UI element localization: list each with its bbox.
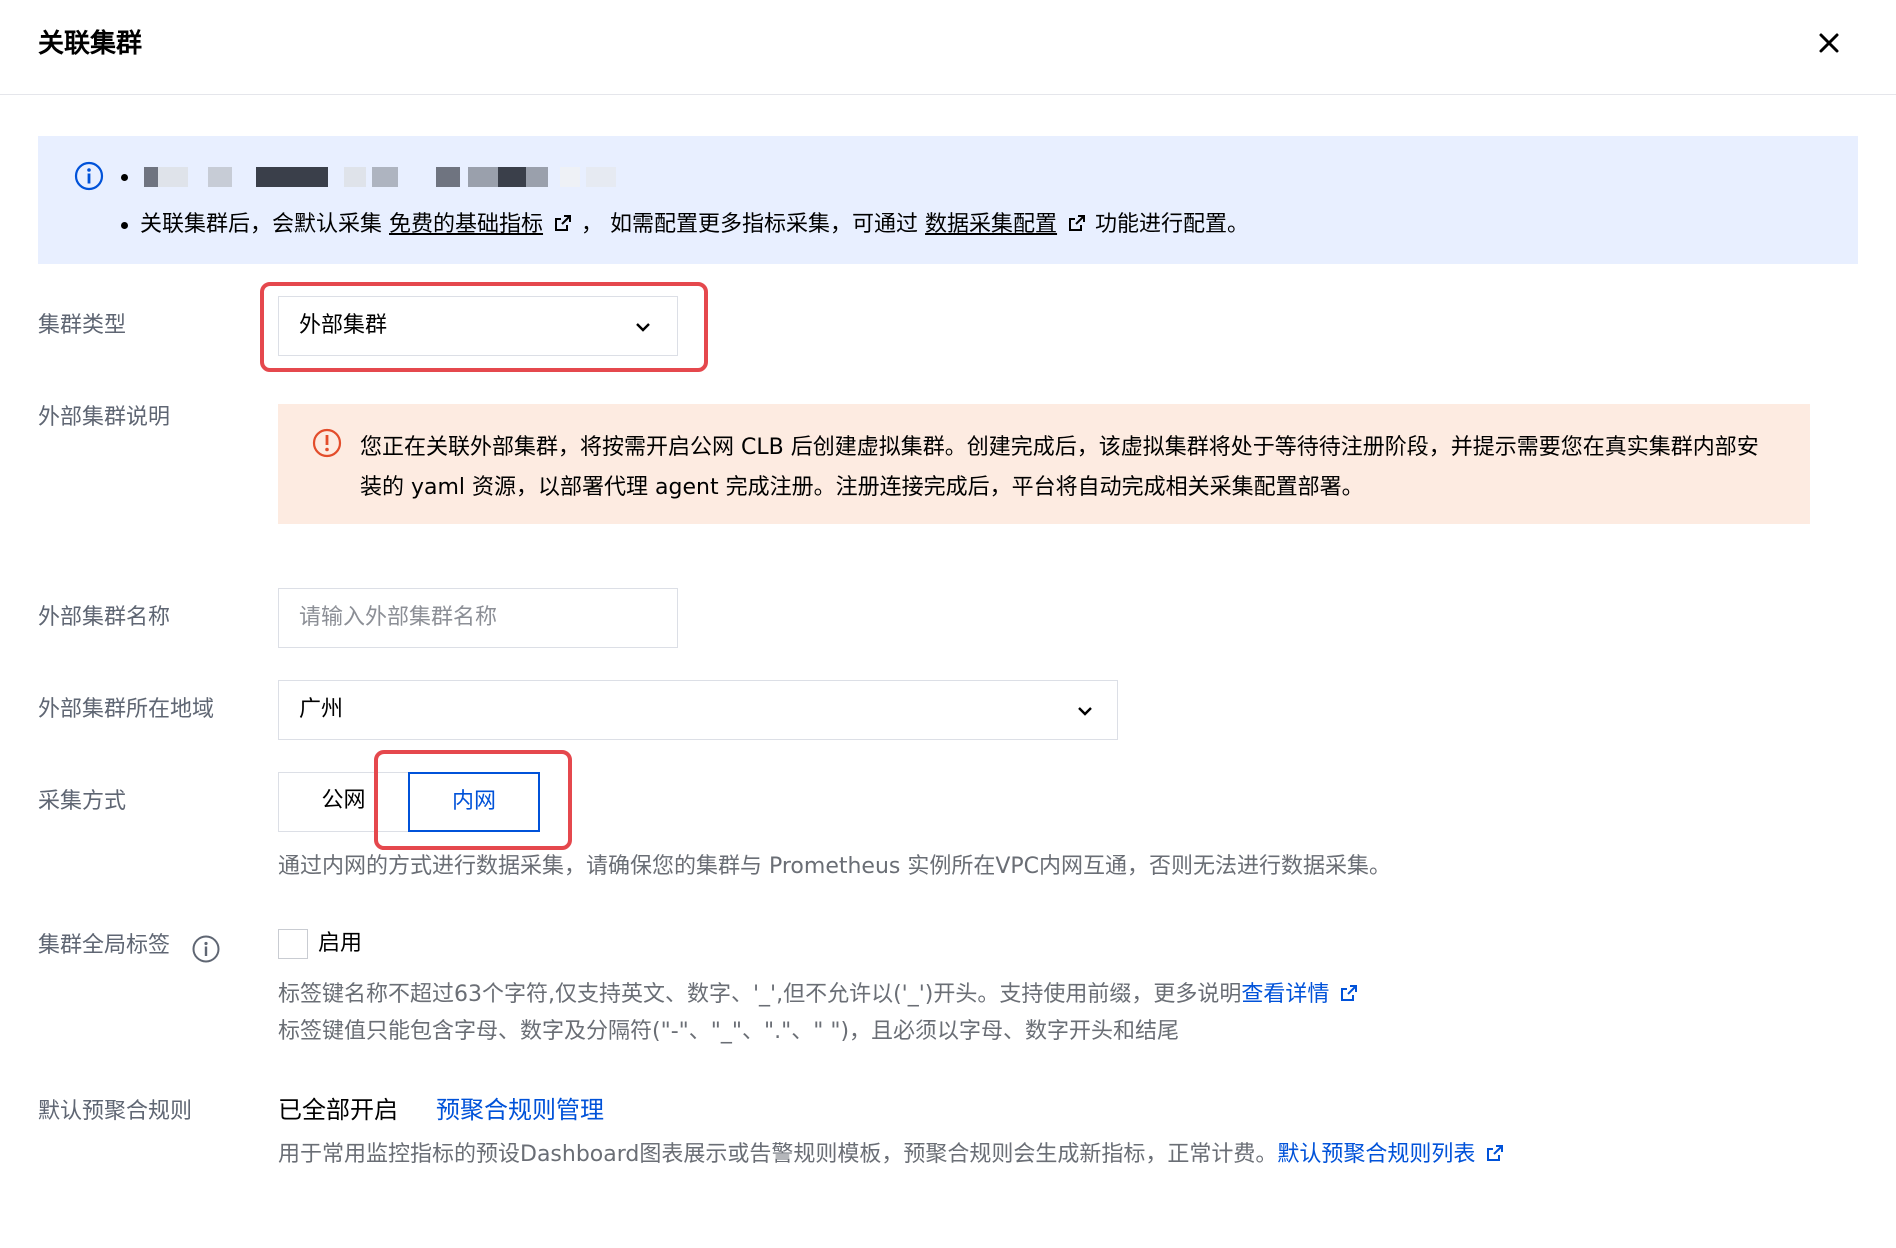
info-tooltip-icon[interactable] (192, 935, 220, 963)
highlight-frame (374, 750, 572, 850)
cluster-type-label: 集群类型 (38, 313, 127, 338)
collect-mode-help: 通过内网的方式进行数据采集，请确保您的集群与 Prometheus 实例所在VP… (278, 854, 1392, 879)
chevron-down-icon (1075, 701, 1095, 721)
region-label: 外部集群所在地域 (38, 697, 215, 722)
pre-agg-label: 默认预聚合规则 (38, 1099, 193, 1124)
info-banner (38, 136, 1858, 264)
external-link-icon[interactable] (1339, 981, 1359, 1013)
external-desc-label: 外部集群说明 (38, 405, 171, 430)
warning-icon (312, 428, 342, 458)
view-details-link[interactable]: 查看详情 (1241, 982, 1329, 1007)
bullet (121, 222, 128, 229)
global-labels-help-2: 标签键值只能包含字母、数字及分隔符("-"、"_"、"."、" ")，且必须以字… (278, 1019, 1180, 1044)
enable-labels-text: 启用 (318, 931, 363, 956)
basic-metrics-link[interactable]: 免费的基础指标 (389, 212, 543, 237)
external-name-label: 外部集群名称 (38, 605, 171, 630)
pre-agg-value: 已全部开启 (278, 1096, 398, 1124)
info-text-mid: ， 如需配置更多指标采集，可通过 (581, 212, 919, 237)
pre-agg-help-text: 用于常用监控指标的预设Dashboard图表展示或告警规则模板，预聚合规则会生成… (278, 1142, 1278, 1167)
pre-agg-help: 用于常用监控指标的预设Dashboard图表展示或告警规则模板，预聚合规则会生成… (278, 1139, 1513, 1173)
pre-agg-manage-link[interactable]: 预聚合规则管理 (436, 1093, 604, 1127)
collect-mode-label: 采集方式 (38, 789, 127, 814)
region-value: 广州 (299, 697, 344, 722)
info-icon (74, 161, 104, 191)
bullet (121, 174, 128, 181)
chevron-down-icon (633, 317, 653, 337)
external-link-icon[interactable] (553, 211, 573, 243)
close-icon[interactable] (1814, 28, 1844, 58)
redacted-text (140, 167, 670, 187)
enable-labels-checkbox[interactable] (278, 929, 308, 959)
warning-text: 您正在关联外部集群，将按需开启公网 CLB 后创建虚拟集群。创建完成后，该虚拟集… (360, 435, 1759, 500)
header-divider (0, 94, 1896, 95)
external-name-placeholder: 请输入外部集群名称 (299, 605, 498, 630)
data-collect-config-link[interactable]: 数据采集配置 (925, 212, 1057, 237)
cluster-type-value: 外部集群 (299, 313, 388, 338)
external-link-icon[interactable] (1485, 1141, 1505, 1173)
info-text-suffix: 功能进行配置。 (1095, 212, 1250, 237)
global-labels-help-text: 标签键名称不超过63个字符,仅支持英文、数字、'_',但不允许以('_')开头。… (278, 982, 1242, 1007)
cluster-type-select[interactable]: 外部集群 (278, 296, 678, 356)
info-text: 关联集群后，会默认采集 免费的基础指标 ， 如需配置更多指标采集，可通过 数据采集… (140, 209, 1249, 243)
default-pre-agg-list-link[interactable]: 默认预聚合规则列表 (1277, 1142, 1475, 1167)
global-labels-label: 集群全局标签 (38, 933, 171, 958)
info-text-prefix: 关联集群后，会默认采集 (140, 212, 383, 237)
external-link-icon[interactable] (1067, 211, 1087, 243)
region-select[interactable]: 广州 (278, 680, 1118, 740)
global-labels-help-1: 标签键名称不超过63个字符,仅支持英文、数字、'_',但不允许以('_')开头。… (278, 979, 1367, 1013)
dialog-title: 关联集群 (38, 29, 143, 59)
external-name-input[interactable]: 请输入外部集群名称 (278, 588, 678, 648)
